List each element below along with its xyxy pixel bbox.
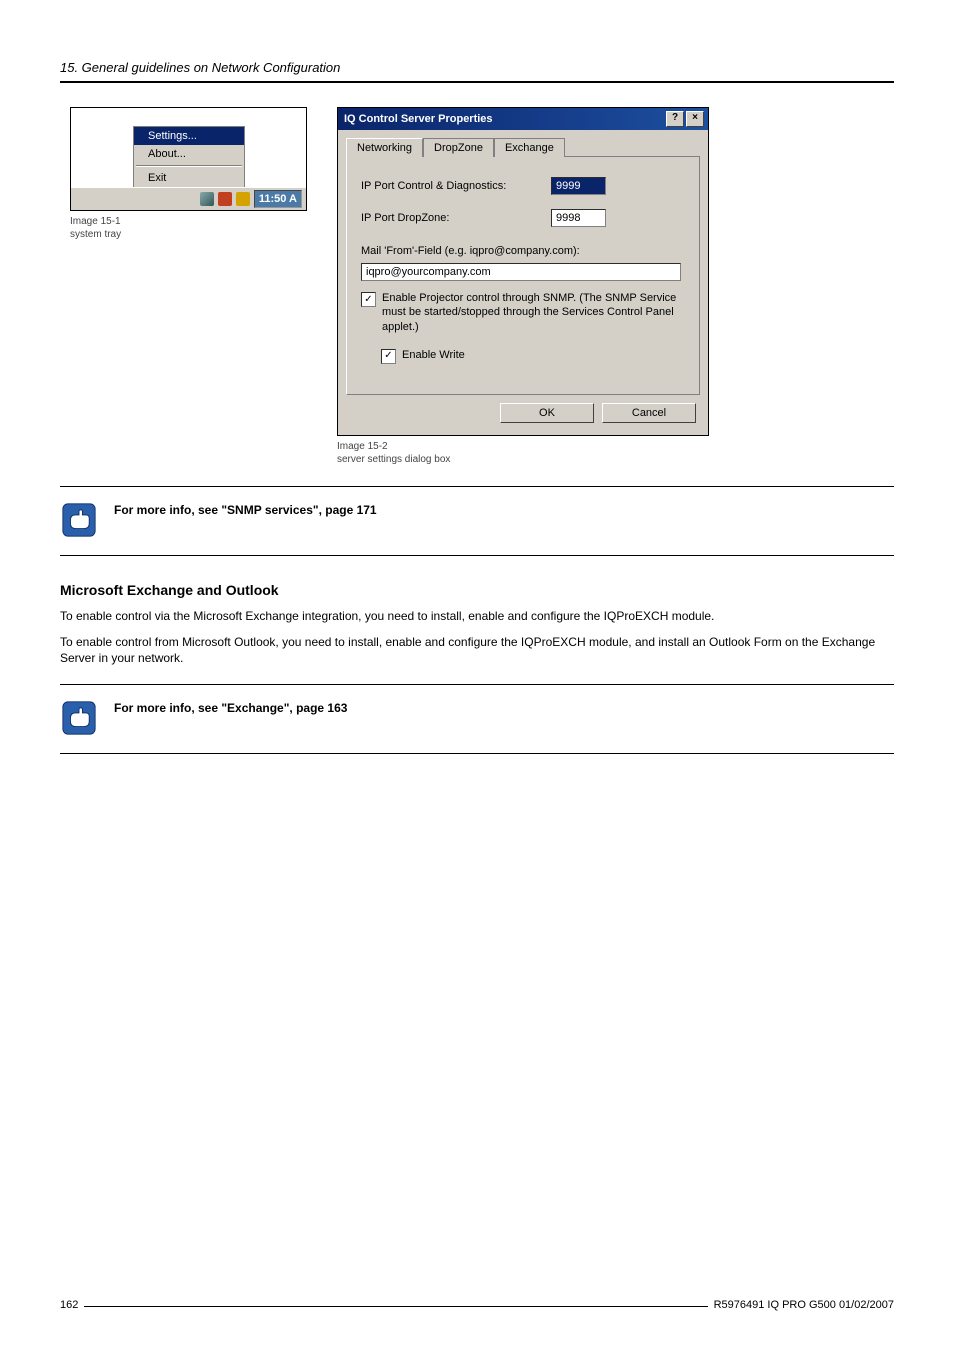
note-callout: For more info, see "Exchange", page 163 [60,684,894,754]
tray-icon[interactable] [218,192,232,206]
hand-point-icon [62,503,96,537]
tab-exchange[interactable]: Exchange [494,138,565,157]
section-heading: Microsoft Exchange and Outlook [60,582,894,598]
footer-rule [84,1306,707,1307]
note-callout: For more info, see "SNMP services", page… [60,486,894,556]
tab-dropzone[interactable]: DropZone [423,138,494,157]
hand-point-icon [62,701,96,735]
header-rule [60,81,894,83]
help-button[interactable]: ? [666,111,684,127]
properties-dialog: IQ Control Server Properties ? × Network… [337,107,709,436]
input-port-dropzone[interactable] [551,209,606,227]
tab-panel-networking: IP Port Control & Diagnostics: IP Port D… [346,157,700,395]
taskbar: 11:50 A [71,187,306,210]
input-port-control[interactable] [551,177,606,195]
close-button[interactable]: × [686,111,704,127]
checkbox-enable-write-label: Enable Write [402,348,465,362]
doc-id: R5976491 IQ PRO G500 01/02/2007 [714,1299,894,1311]
ctx-item-settings[interactable]: Settings... [134,127,244,145]
dialog-titlebar: IQ Control Server Properties ? × [338,108,708,130]
fig2-caption-text: server settings dialog box [337,453,709,466]
label-mail-from: Mail 'From'-Field (e.g. iqpro@company.co… [361,245,685,257]
checkbox-snmp-label: Enable Projector control through SNMP. (… [382,291,685,334]
checkbox-enable-write[interactable]: ✓ [381,349,396,364]
fig1-caption-text: system tray [70,228,307,241]
dialog-title: IQ Control Server Properties [344,113,493,125]
cancel-button[interactable]: Cancel [602,403,696,423]
fig2-caption-id: Image 15-2 [337,440,709,453]
checkbox-snmp[interactable]: ✓ [361,292,376,307]
figure-systray: Settings... About... Exit 11:50 A Image … [70,107,307,241]
tabs-row: Networking DropZone Exchange [346,138,700,157]
ctx-item-about[interactable]: About... [134,145,244,163]
body-paragraph: To enable control via the Microsoft Exch… [60,608,894,624]
page-footer: 162 R5976491 IQ PRO G500 01/02/2007 [60,1299,894,1311]
figure-dialog: IQ Control Server Properties ? × Network… [337,107,709,466]
systray-context-menu: Settings... About... Exit [133,126,245,188]
body-paragraph: To enable control from Microsoft Outlook… [60,634,894,666]
note-text: For more info, see "Exchange", page 163 [114,701,347,715]
label-port-dropzone: IP Port DropZone: [361,212,541,224]
ctx-divider [136,165,242,167]
tray-icon[interactable] [200,192,214,206]
tray-icon[interactable] [236,192,250,206]
input-mail-from[interactable] [361,263,681,281]
tab-networking[interactable]: Networking [346,138,423,157]
ok-button[interactable]: OK [500,403,594,423]
label-port-control: IP Port Control & Diagnostics: [361,180,541,192]
fig1-caption-id: Image 15-1 [70,215,307,228]
ctx-item-exit[interactable]: Exit [134,169,244,187]
page-header: 15. General guidelines on Network Config… [60,60,894,75]
page-number: 162 [60,1299,78,1311]
taskbar-clock: 11:50 A [254,190,302,208]
note-text: For more info, see "SNMP services", page… [114,503,377,517]
